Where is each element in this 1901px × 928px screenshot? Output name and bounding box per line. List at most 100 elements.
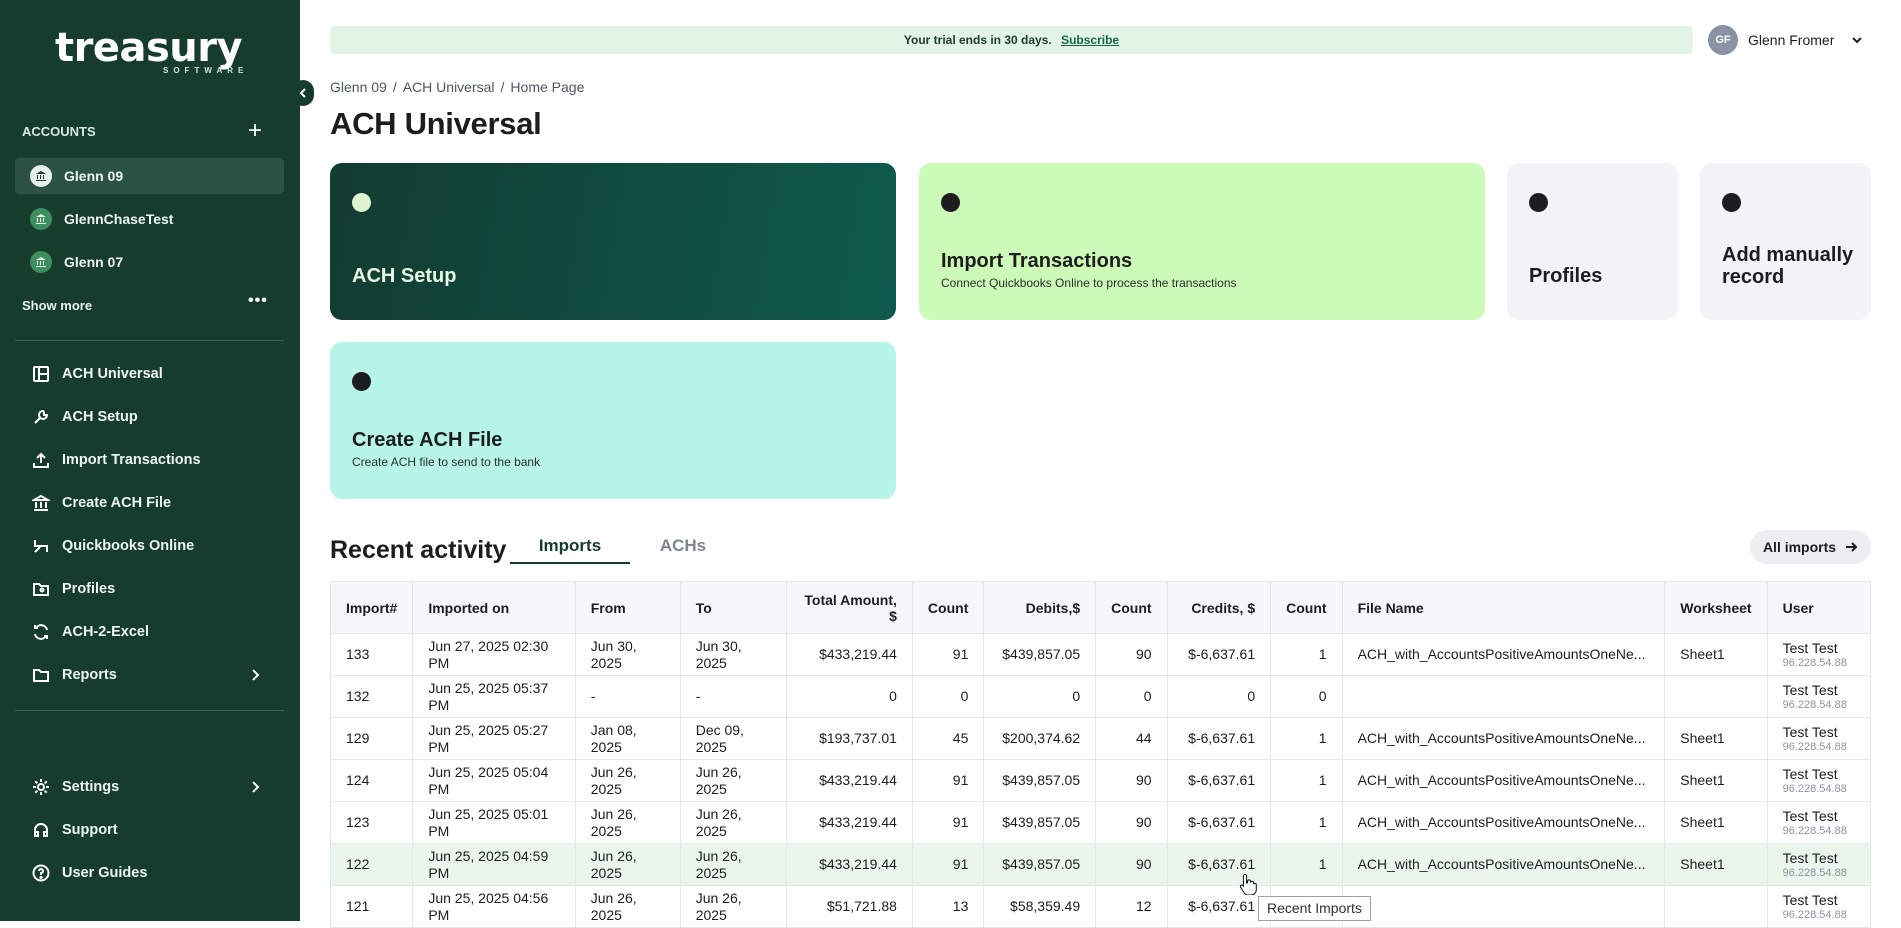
card-ach-setup[interactable]: ACH Setup bbox=[330, 163, 896, 320]
column-header[interactable]: File Name bbox=[1341, 581, 1666, 634]
table-cell: Jun 25, 2025 04:59 PM bbox=[412, 843, 576, 886]
more-options-icon[interactable]: ••• bbox=[248, 292, 268, 310]
column-header[interactable]: Credits, $ bbox=[1166, 581, 1272, 634]
account-item-glenn-07[interactable]: Glenn 07 bbox=[15, 244, 284, 280]
user-menu[interactable]: GF Glenn Fromer bbox=[1708, 25, 1864, 55]
subscribe-link[interactable]: Subscribe bbox=[1061, 33, 1119, 47]
sidebar-divider bbox=[15, 340, 284, 341]
sidebar-item-ach-2-excel[interactable]: ACH-2-Excel bbox=[15, 614, 284, 650]
table-cell: 1 bbox=[1270, 801, 1343, 844]
breadcrumb-item[interactable]: ACH Universal bbox=[403, 79, 495, 95]
table-cell: Test Test 96.228.54.88 bbox=[1766, 717, 1872, 760]
column-header[interactable]: To bbox=[679, 581, 788, 634]
account-item-glennchasetest[interactable]: GlennChaseTest bbox=[15, 201, 284, 237]
sidebar-item-support[interactable]: Support bbox=[15, 812, 284, 848]
table-cell: $433,219.44 bbox=[786, 759, 913, 802]
sidebar-item-ach-setup[interactable]: ACH Setup bbox=[15, 399, 284, 435]
user-name-cell: Test Test bbox=[1782, 766, 1838, 782]
sidebar-item-profiles[interactable]: Profiles bbox=[15, 571, 284, 607]
table-cell: 0 bbox=[786, 675, 913, 718]
sidebar-item-label: ACH Universal bbox=[62, 366, 163, 382]
table-row[interactable]: 124 Jun 25, 2025 05:04 PM Jun 26, 2025 Jun … bbox=[329, 759, 1872, 802]
table-row[interactable]: 133 Jun 27, 2025 02:30 PM Jun 30, 2025 Jun … bbox=[329, 633, 1872, 676]
user-name-cell: Test Test bbox=[1782, 808, 1838, 824]
card-dot bbox=[1722, 193, 1741, 212]
column-header[interactable]: Import# bbox=[329, 581, 414, 634]
show-more-link[interactable]: Show more bbox=[22, 298, 92, 313]
user-name-cell: Test Test bbox=[1782, 724, 1838, 740]
table-cell: Jan 08, 2025 bbox=[574, 717, 681, 760]
table-cell: 0 bbox=[1166, 675, 1272, 718]
treasury-logo[interactable]: treasury SOFTWARE bbox=[55, 26, 255, 82]
column-header[interactable]: From bbox=[574, 581, 681, 634]
wrench-icon bbox=[31, 407, 51, 427]
table-cell: $433,219.44 bbox=[786, 843, 913, 886]
all-imports-button[interactable]: All imports bbox=[1750, 530, 1871, 564]
folder-icon bbox=[31, 665, 51, 685]
sidebar-item-reports[interactable]: Reports bbox=[15, 657, 284, 693]
sidebar-item-create-ach-file[interactable]: Create ACH File bbox=[15, 485, 284, 521]
table-cell: Jun 30, 2025 bbox=[574, 633, 681, 676]
ip-address: 96.228.54.88 bbox=[1782, 741, 1847, 753]
sidebar-item-label: ACH-2-Excel bbox=[62, 624, 150, 640]
ip-address: 96.228.54.88 bbox=[1782, 699, 1847, 711]
table-row[interactable]: 123 Jun 25, 2025 05:01 PM Jun 26, 2025 Jun … bbox=[329, 801, 1872, 844]
table-cell: $-6,637.61 bbox=[1166, 717, 1272, 760]
table-cell: Jun 26, 2025 bbox=[679, 885, 788, 928]
table-header-row: Import# Imported on From To Total Amount… bbox=[329, 581, 1872, 634]
table-cell: - bbox=[679, 675, 788, 718]
tab-imports[interactable]: Imports bbox=[510, 536, 630, 564]
tab-achs[interactable]: ACHs bbox=[643, 536, 723, 564]
table-row[interactable]: 129 Jun 25, 2025 05:27 PM Jan 08, 2025 Dec … bbox=[329, 717, 1872, 760]
sidebar-item-ach-universal[interactable]: ACH Universal bbox=[15, 356, 284, 392]
table-cell: 1 bbox=[1270, 717, 1343, 760]
card-title: ACH Setup bbox=[352, 265, 457, 287]
column-header[interactable]: Total Amount, $ bbox=[786, 581, 913, 634]
card-profiles[interactable]: Profiles bbox=[1507, 163, 1678, 320]
sidebar-item-user-guides[interactable]: User Guides bbox=[15, 855, 284, 891]
sidebar-item-label: Quickbooks Online bbox=[62, 538, 195, 554]
user-name-cell: Test Test bbox=[1782, 892, 1838, 908]
column-header[interactable]: Imported on bbox=[412, 581, 576, 634]
column-header[interactable]: Count bbox=[911, 581, 985, 634]
column-header[interactable]: Count bbox=[1095, 581, 1168, 634]
collapse-sidebar-button[interactable] bbox=[292, 80, 314, 106]
sidebar-item-label: Support bbox=[62, 822, 118, 838]
table-cell: 1 bbox=[1270, 759, 1343, 802]
table-cell bbox=[1664, 675, 1768, 718]
sidebar-item-import-transactions[interactable]: Import Transactions bbox=[15, 442, 284, 478]
add-account-icon[interactable]: + bbox=[248, 119, 262, 143]
table-cell: $-6,637.61 bbox=[1166, 633, 1272, 676]
card-dot bbox=[1529, 193, 1548, 212]
breadcrumb-item[interactable]: Glenn 09 bbox=[330, 79, 387, 95]
table-cell: Dec 09, 2025 bbox=[679, 717, 788, 760]
card-import-transactions[interactable]: Import Transactions Connect Quickbooks O… bbox=[919, 163, 1485, 320]
sidebar-item-settings[interactable]: Settings bbox=[15, 769, 284, 805]
table-cell: 90 bbox=[1095, 801, 1168, 844]
column-header[interactable]: Count bbox=[1270, 581, 1343, 634]
card-subtitle: Create ACH file to send to the bank bbox=[352, 455, 541, 469]
table-cell: Jun 25, 2025 05:01 PM bbox=[412, 801, 576, 844]
logo-subtext: SOFTWARE bbox=[163, 66, 249, 75]
table-cell: $439,857.05 bbox=[983, 633, 1097, 676]
table-row[interactable]: 132 Jun 25, 2025 05:37 PM - -0 0 0 0 0 0 Test Tes… bbox=[329, 675, 1872, 718]
account-item-glenn-09[interactable]: Glenn 09 bbox=[15, 158, 284, 194]
table-row[interactable]: 121 Jun 25, 2025 04:56 PM Jun 26, 2025 Jun … bbox=[329, 885, 1872, 928]
column-header[interactable]: Worksheet bbox=[1664, 581, 1768, 634]
column-header[interactable]: User bbox=[1766, 581, 1872, 634]
card-create-ach-file[interactable]: Create ACH File Create ACH file to send … bbox=[330, 342, 896, 499]
sidebar-item-label: Reports bbox=[62, 667, 117, 683]
table-cell: $439,857.05 bbox=[983, 843, 1097, 886]
table-cell: Jun 26, 2025 bbox=[574, 759, 681, 802]
sidebar-item-label: Import Transactions bbox=[62, 452, 201, 468]
table-cell: $439,857.05 bbox=[983, 801, 1097, 844]
all-imports-label: All imports bbox=[1762, 539, 1837, 555]
table-cell: Jun 26, 2025 bbox=[679, 759, 788, 802]
table-row[interactable]: 122 Jun 25, 2025 04:59 PM Jun 26, 2025 Jun … bbox=[329, 843, 1872, 886]
table-cell: 90 bbox=[1095, 633, 1168, 676]
breadcrumb-item: Home Page bbox=[510, 79, 585, 95]
column-header[interactable]: Debits,$ bbox=[983, 581, 1097, 634]
card-add-manually-record[interactable]: Add manually record bbox=[1700, 163, 1871, 320]
sidebar-item-label: ACH Setup bbox=[62, 409, 138, 425]
sidebar-item-quickbooks-online[interactable]: Quickbooks Online bbox=[15, 528, 284, 564]
